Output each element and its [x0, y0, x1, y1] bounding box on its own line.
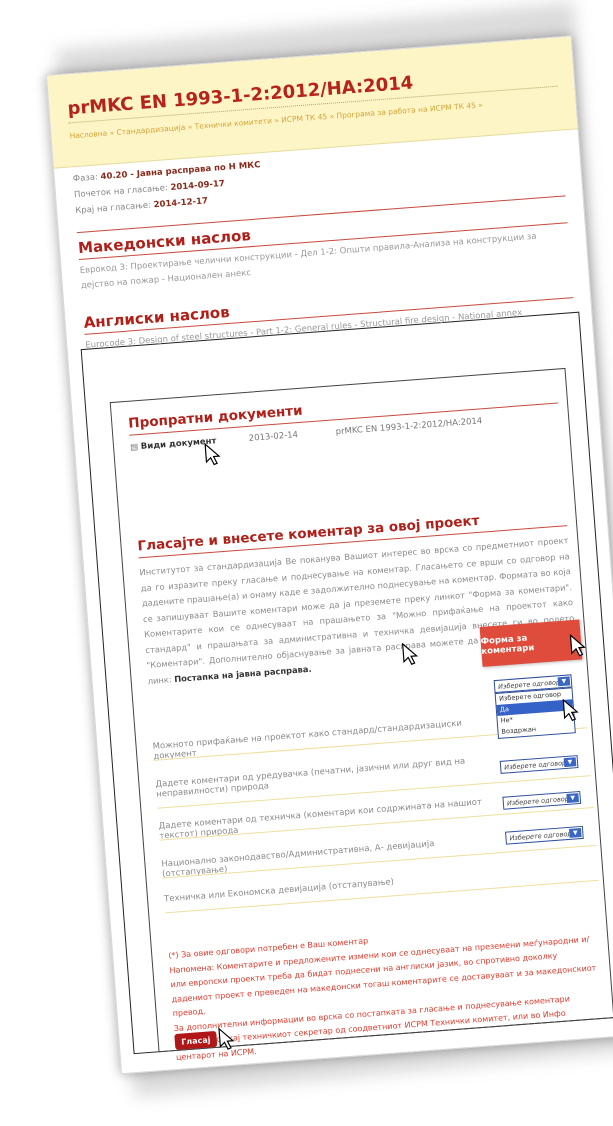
tilted-page: prMKC EN 1993-1-2:2012/HA:2014 Насловна … — [46, 35, 613, 1075]
mouse-cursor-icon — [569, 633, 586, 657]
legislation-select-value: Изберете одговор — [509, 829, 572, 843]
start-value: 2014-09-17 — [170, 178, 226, 193]
chevron-down-icon: ▼ — [557, 676, 571, 687]
editorial-select-value: Изберете одговор — [503, 758, 567, 772]
vote-button[interactable]: Гласај — [174, 1030, 218, 1051]
chevron-down-icon: ▼ — [566, 793, 580, 803]
mouse-cursor-icon — [204, 442, 221, 466]
start-label: Почеток на гласање: — [73, 183, 169, 201]
comment-form-button[interactable]: Форма за коментари — [479, 619, 583, 667]
phase-label: Фаза: — [72, 172, 99, 185]
technical-select-value: Изберете одговор — [506, 794, 570, 808]
chevron-down-icon: ▼ — [568, 828, 582, 838]
document-icon: ▤ — [129, 442, 139, 453]
phase-value: 40.20 - Јавна расправа по Н МКС — [100, 160, 261, 183]
end-row: Крај на гласање: 2014-12-17 — [75, 196, 208, 216]
end-label: Крај на гласање: — [74, 200, 152, 217]
end-value: 2014-12-17 — [153, 196, 209, 211]
mouse-cursor-icon — [401, 642, 419, 666]
chevron-down-icon: ▼ — [563, 757, 577, 768]
mouse-cursor-icon — [218, 1027, 235, 1050]
mouse-cursor-icon — [562, 698, 579, 722]
